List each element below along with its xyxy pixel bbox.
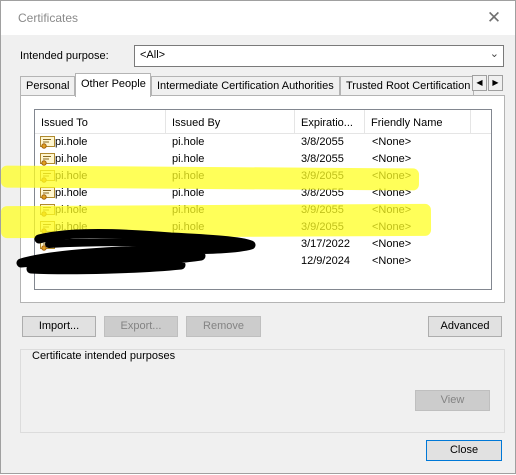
cell-issued-by: pi.hole (172, 153, 205, 165)
close-button[interactable]: Close (426, 440, 502, 461)
certificate-list[interactable]: Issued To Issued By Expiratio... Friendl… (34, 109, 492, 290)
table-row[interactable]: 11 12/9/2024 <None> (35, 253, 491, 270)
table-row[interactable]: pi.hole pi.hole 3/8/2055 <None> (35, 151, 491, 168)
column-friendly-name[interactable]: Friendly Name (365, 110, 471, 134)
certificate-icon (40, 153, 55, 166)
tab-scroll-right-icon[interactable]: ▶ (488, 75, 503, 91)
intended-purpose-dropdown[interactable]: <All> ⌄ (134, 45, 504, 67)
cell-issued-to: pi.hole (55, 136, 88, 148)
cell-issued-by: 11 (172, 255, 184, 267)
cell-friendly-name: <None> (372, 187, 412, 199)
view-button[interactable]: View (415, 390, 490, 411)
table-row[interactable]: pi.hole pi.hole 3/9/2055 <None> (35, 168, 491, 185)
cell-issued-by: pi.hole (172, 187, 205, 199)
export-button[interactable]: Export... (104, 316, 178, 337)
cell-friendly-name: <None> (372, 238, 412, 250)
cell-expiration: 3/9/2055 (301, 204, 344, 216)
certificate-icon (40, 187, 55, 200)
cell-expiration: 3/8/2055 (301, 153, 344, 165)
certificates-dialog: Certificates ✕ Intended purpose: <All> ⌄… (0, 0, 516, 474)
cell-friendly-name: <None> (372, 204, 412, 216)
cell-friendly-name: <None> (372, 170, 412, 182)
tab-personal[interactable]: Personal (20, 76, 75, 96)
cell-expiration: 3/9/2055 (301, 221, 344, 233)
cell-friendly-name: <None> (372, 221, 412, 233)
certificate-icon (40, 136, 55, 149)
cell-issued-by: pi.hole (172, 204, 205, 216)
certificate-icon (40, 255, 55, 268)
tab-strip: Personal Other People Intermediate Certi… (20, 73, 505, 97)
cell-expiration: 3/17/2022 (301, 238, 350, 250)
tab-scroll-left-icon[interactable]: ◀ (472, 75, 487, 91)
cell-expiration: 3/8/2055 (301, 136, 344, 148)
import-button[interactable]: Import... (22, 316, 96, 337)
remove-button[interactable]: Remove (186, 316, 261, 337)
list-header: Issued To Issued By Expiratio... Friendl… (35, 110, 491, 134)
cell-issued-by: pi.hole (172, 136, 205, 148)
table-row[interactable]: pi.hole pi.hole 3/8/2055 <None> (35, 185, 491, 202)
cell-issued-by: pi.hole (172, 221, 205, 233)
column-issued-to[interactable]: Issued To (35, 110, 166, 134)
window-title: Certificates (18, 11, 79, 25)
column-issued-by[interactable]: Issued By (166, 110, 295, 134)
cell-friendly-name: <None> (372, 255, 412, 267)
chevron-down-icon: ⌄ (489, 48, 499, 60)
table-row[interactable]: 3/17/2022 <None> (35, 236, 491, 253)
cell-expiration: 3/9/2055 (301, 170, 344, 182)
cell-issued-to: pi.hole (55, 204, 88, 216)
tab-trusted-root[interactable]: Trusted Root Certification (340, 76, 474, 96)
certificate-icon (40, 238, 55, 251)
cell-issued-to: pi.hole (55, 187, 88, 199)
cell-issued-by: pi.hole (172, 170, 205, 182)
table-row[interactable]: pi.hole pi.hole 3/9/2055 <None> (35, 219, 491, 236)
title-bar: Certificates ✕ (1, 1, 515, 35)
column-expiration[interactable]: Expiratio... (295, 110, 365, 134)
tab-panel-other-people: Issued To Issued By Expiratio... Friendl… (20, 95, 505, 303)
tab-other-people[interactable]: Other People (75, 73, 151, 97)
certificate-icon (40, 204, 55, 217)
cell-issued-to: pi.hole (55, 170, 88, 182)
tab-intermediate-ca[interactable]: Intermediate Certification Authorities (151, 76, 340, 96)
certificate-icon (40, 221, 55, 234)
intended-purposes-label: Certificate intended purposes (29, 350, 179, 362)
advanced-button[interactable]: Advanced (428, 316, 502, 337)
cell-issued-to: pi.hole (55, 153, 88, 165)
cell-expiration: 3/8/2055 (301, 187, 344, 199)
cell-issued-to: pi.hole (55, 221, 88, 233)
close-icon[interactable]: ✕ (483, 7, 505, 29)
certificate-icon (40, 170, 55, 183)
cell-friendly-name: <None> (372, 153, 412, 165)
intended-purpose-label: Intended purpose: (20, 50, 109, 62)
intended-purpose-value: <All> (140, 49, 166, 61)
table-row[interactable]: pi.hole pi.hole 3/9/2055 <None> (35, 202, 491, 219)
cell-expiration: 12/9/2024 (301, 255, 350, 267)
table-row[interactable]: pi.hole pi.hole 3/8/2055 <None> (35, 134, 491, 151)
cell-friendly-name: <None> (372, 136, 412, 148)
